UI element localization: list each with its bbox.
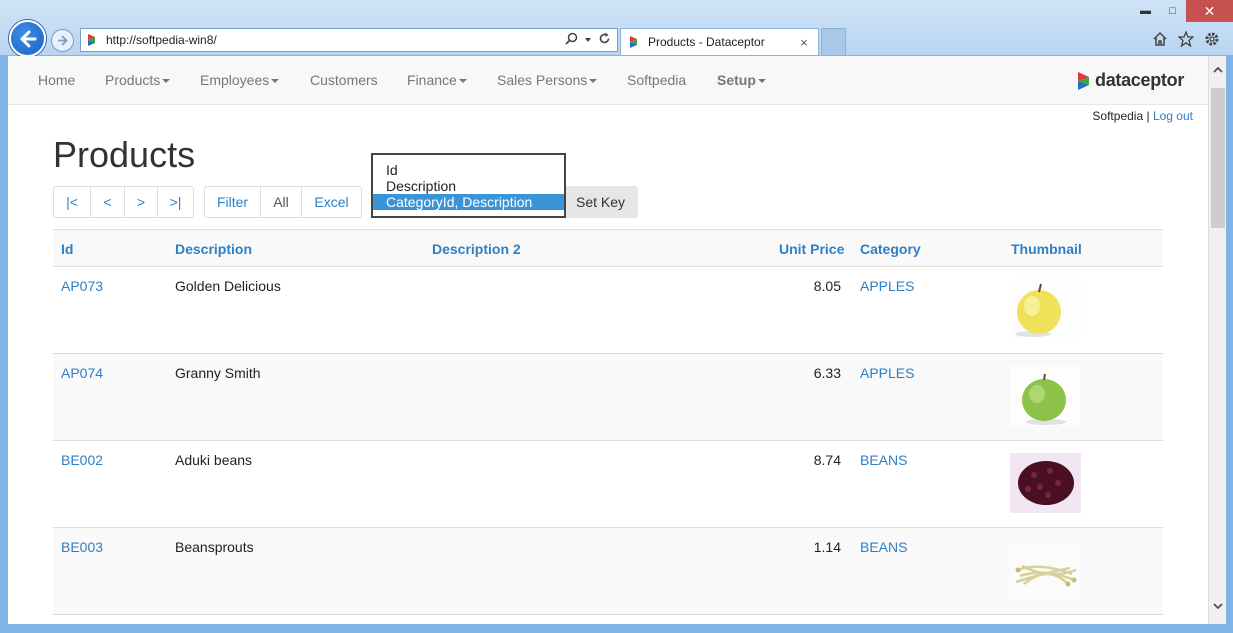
table-row: BE002 Aduki beans 8.74 BEANS <box>53 441 1163 528</box>
table-row: AP073 Golden Delicious 8.05 APPLES <box>53 267 1163 354</box>
caret-down-icon <box>757 79 766 84</box>
next-page-button[interactable]: > <box>125 187 158 217</box>
row-description: Beansprouts <box>175 539 254 555</box>
caret-down-icon <box>589 79 598 84</box>
green-apple-thumbnail <box>1010 366 1081 426</box>
forward-button[interactable] <box>51 29 74 52</box>
scroll-down-icon[interactable] <box>1212 600 1224 612</box>
row-id-link[interactable]: AP074 <box>61 365 103 381</box>
nav-home[interactable]: Home <box>38 72 75 88</box>
row-id-link[interactable]: BE003 <box>61 539 103 555</box>
top-navbar: Home Products Employees Customers Financ… <box>8 56 1208 105</box>
tab-title: Products - Dataceptor <box>648 35 765 49</box>
back-button[interactable] <box>9 20 46 57</box>
header-unit-price[interactable]: Unit Price <box>779 241 844 257</box>
first-page-button[interactable]: |< <box>54 187 91 217</box>
row-unit-price: 6.33 <box>813 365 841 381</box>
user-name: Softpedia <box>1092 109 1144 123</box>
user-separator: | <box>1146 109 1150 123</box>
header-thumbnail: Thumbnail <box>1011 241 1082 257</box>
row-category-link[interactable]: APPLES <box>860 278 914 294</box>
yellow-apple-thumbnail <box>1010 279 1081 339</box>
window-controls: ▬ □ ✕ <box>1132 0 1233 22</box>
maximize-button[interactable]: □ <box>1159 0 1186 22</box>
logout-link[interactable]: Log out <box>1153 109 1193 123</box>
last-page-button[interactable]: >| <box>158 187 193 217</box>
row-description: Aduki beans <box>175 452 253 468</box>
header-category[interactable]: Category <box>860 241 921 257</box>
dataceptor-logo-icon <box>1078 71 1089 90</box>
header-description-2[interactable]: Description 2 <box>432 241 521 257</box>
user-bar: Softpedia | Log out <box>1092 109 1193 123</box>
row-description: Golden Delicious <box>175 278 281 294</box>
actions-group: Filter All Excel <box>204 186 362 218</box>
settings-gear-icon[interactable] <box>1203 30 1221 48</box>
nav-softpedia[interactable]: Softpedia <box>627 72 686 88</box>
scroll-up-icon[interactable] <box>1212 64 1224 76</box>
nav-setup[interactable]: Setup <box>717 72 766 88</box>
address-bar[interactable]: http://softpedia-win8/ <box>80 28 618 52</box>
caret-down-icon <box>458 79 467 84</box>
header-description[interactable]: Description <box>175 241 252 257</box>
forward-arrow-icon <box>58 35 68 46</box>
pager-group: |< < > >| <box>53 186 194 218</box>
dropdown-arrow-icon[interactable] <box>584 33 592 47</box>
sort-key-option-id[interactable]: Id <box>373 162 564 178</box>
header-id[interactable]: Id <box>61 241 73 257</box>
search-icon[interactable] <box>565 32 578 48</box>
prev-page-button[interactable]: < <box>91 187 125 217</box>
row-category-link[interactable]: BEANS <box>860 452 907 468</box>
row-id-link[interactable]: AP073 <box>61 278 103 294</box>
excel-button[interactable]: Excel <box>302 187 361 217</box>
nav-products[interactable]: Products <box>105 72 171 88</box>
window-frame-right <box>1226 56 1233 633</box>
table-row: BE003 Beansprouts 1.14 BEANS <box>53 528 1163 615</box>
minimize-button[interactable]: ▬ <box>1132 0 1159 22</box>
sort-key-option-category-description[interactable]: CategoryId, Description <box>373 194 564 210</box>
page-title: Products <box>53 134 196 175</box>
tab-favicon-icon <box>630 36 637 48</box>
window-frame-bottom <box>0 624 1233 633</box>
table-header: Id Description Description 2 Unit Price … <box>53 229 1163 267</box>
row-unit-price: 8.05 <box>813 278 841 294</box>
favorites-star-icon[interactable] <box>1177 30 1195 48</box>
row-unit-price: 8.74 <box>813 452 841 468</box>
filter-button[interactable]: Filter <box>205 187 261 217</box>
tab-close-icon[interactable]: × <box>796 35 812 50</box>
nav-customers[interactable]: Customers <box>310 72 378 88</box>
home-icon[interactable] <box>1151 30 1169 48</box>
address-url[interactable]: http://softpedia-win8/ <box>106 33 565 47</box>
brand-logo[interactable]: dataceptor <box>1077 70 1184 91</box>
refresh-icon[interactable] <box>598 32 611 48</box>
site-favicon-icon <box>88 34 95 46</box>
nav-finance[interactable]: Finance <box>407 72 467 88</box>
browser-tab-active[interactable]: Products - Dataceptor × <box>620 28 819 55</box>
row-id-link[interactable]: BE002 <box>61 452 103 468</box>
table-row: AP074 Granny Smith 6.33 APPLES <box>53 354 1163 441</box>
caret-down-icon <box>271 79 280 84</box>
all-button[interactable]: All <box>261 187 302 217</box>
red-beans-thumbnail <box>1010 453 1081 513</box>
brand-name: dataceptor <box>1095 70 1185 90</box>
beansprouts-thumbnail <box>1010 540 1081 600</box>
new-tab-button[interactable] <box>821 28 846 55</box>
vertical-scrollbar[interactable] <box>1208 56 1226 624</box>
nav-employees[interactable]: Employees <box>200 72 280 88</box>
back-arrow-icon <box>20 30 36 47</box>
browser-toolbar: http://softpedia-win8/ Products - Datace… <box>0 0 1233 57</box>
row-category-link[interactable]: BEANS <box>860 539 907 555</box>
set-key-button[interactable]: Set Key <box>563 186 639 218</box>
sort-key-option-description[interactable]: Description <box>373 178 564 194</box>
caret-down-icon <box>162 79 171 84</box>
row-unit-price: 1.14 <box>813 539 841 555</box>
page-viewport: Home Products Employees Customers Financ… <box>8 56 1208 624</box>
nav-sales-persons[interactable]: Sales Persons <box>497 72 598 88</box>
sort-key-listbox[interactable]: Id Description CategoryId, Description <box>371 153 566 218</box>
scroll-thumb[interactable] <box>1211 88 1225 228</box>
row-category-link[interactable]: APPLES <box>860 365 914 381</box>
close-window-button[interactable]: ✕ <box>1186 0 1233 22</box>
row-description: Granny Smith <box>175 365 261 381</box>
products-table: Id Description Description 2 Unit Price … <box>53 229 1163 615</box>
